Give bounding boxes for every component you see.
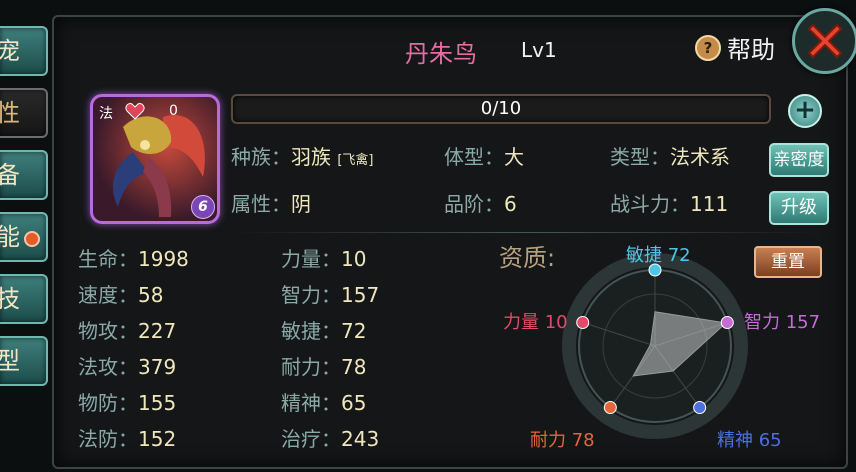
tab-label: 备	[0, 152, 46, 198]
stat-value: 58	[138, 283, 164, 307]
tab-label: 性	[0, 90, 46, 136]
size-label: 体型：	[444, 145, 504, 169]
type-label: 类型：	[610, 145, 670, 169]
power-value: 111	[690, 192, 729, 216]
stat-label: 耐力：	[281, 355, 341, 379]
type-value: 法术系	[670, 145, 730, 169]
size-value: 大	[504, 145, 524, 169]
stat-label: 生命：	[78, 247, 138, 271]
stat-label: 法攻：	[78, 355, 138, 379]
race-value: 羽族	[291, 145, 331, 169]
radar-axis-dot	[693, 400, 707, 414]
add-exp-button[interactable]: +	[788, 94, 822, 128]
stat-row: 力量：10	[281, 243, 366, 272]
stat-row: 治疗：243	[281, 423, 379, 452]
attribute-label: 属性：	[231, 192, 291, 216]
tab-equipment[interactable]: 备	[0, 150, 48, 200]
type-field: 类型：法术系	[610, 141, 730, 170]
tab-technique[interactable]: 技	[0, 274, 48, 324]
radar-label: 智力 157	[744, 312, 821, 333]
intimacy-button[interactable]: 亲密度	[769, 143, 829, 177]
pet-level: Lv1	[521, 38, 557, 62]
stat-value: 1998	[138, 247, 189, 271]
stat-value: 152	[138, 427, 177, 451]
stat-value: 155	[138, 391, 177, 415]
aptitude-title: 资质:	[499, 244, 556, 272]
close-button[interactable]	[792, 8, 856, 74]
question-icon: ?	[695, 34, 721, 61]
exp-text: 0/10	[480, 98, 522, 119]
tab-form[interactable]: 型	[0, 336, 48, 386]
stat-row: 法防：152	[78, 423, 176, 452]
intimacy-count: 0	[169, 103, 178, 119]
tab-label: 型	[0, 338, 46, 384]
stat-value: 72	[341, 319, 367, 343]
stat-label: 精神：	[281, 391, 341, 415]
stat-row: 法攻：379	[78, 351, 176, 380]
stat-label: 物攻：	[78, 319, 138, 343]
radar-axis-dot	[603, 400, 617, 414]
race-subtype: [飞禽]	[337, 153, 374, 168]
stat-label: 物防：	[78, 391, 138, 415]
exp-bar: 0/10	[231, 94, 771, 124]
radar-axis-dot	[576, 316, 590, 330]
stat-value: 157	[341, 283, 380, 307]
power-field: 战斗力：111	[610, 188, 728, 217]
stat-row: 敏捷：72	[281, 315, 366, 344]
notification-dot	[24, 231, 40, 247]
stat-row: 生命：1998	[78, 243, 189, 272]
rank-label: 品阶：	[444, 192, 504, 216]
stat-label: 智力：	[281, 283, 341, 307]
pet-name: 丹朱鸟	[405, 40, 477, 68]
radar-label: 力量 10	[503, 312, 568, 333]
reset-button[interactable]: 重置	[754, 246, 822, 278]
stat-value: 243	[341, 427, 380, 451]
size-field: 体型：大	[444, 141, 524, 170]
radar-label: 敏捷 72	[626, 245, 691, 266]
radar-label: 精神 65	[717, 430, 782, 451]
divider	[232, 232, 824, 233]
race-field: 种族：羽族 [飞禽]	[231, 141, 374, 170]
upgrade-button[interactable]: 升级	[769, 191, 829, 225]
radar-label: 耐力 78	[530, 430, 595, 451]
stat-label: 敏捷：	[281, 319, 341, 343]
tab-skills[interactable]: 能	[0, 212, 48, 262]
aptitude-radar	[562, 253, 748, 439]
type-tag: 法	[99, 106, 113, 122]
attribute-value: 阴	[291, 192, 311, 216]
race-label: 种族：	[231, 145, 291, 169]
stat-label: 速度：	[78, 283, 138, 307]
tab-attributes[interactable]: 性	[0, 88, 48, 138]
help-label: 帮助	[727, 36, 775, 64]
attribute-field: 属性：阴	[231, 188, 311, 217]
grade-badge: 6	[191, 195, 215, 219]
stat-label: 力量：	[281, 247, 341, 271]
rank-field: 品阶：6	[444, 188, 517, 217]
power-label: 战斗力：	[610, 192, 690, 216]
stat-value: 227	[138, 319, 177, 343]
stat-row: 速度：58	[78, 279, 163, 308]
stat-row: 精神：65	[281, 387, 366, 416]
stat-label: 法防：	[78, 427, 138, 451]
stat-row: 物防：155	[78, 387, 176, 416]
stat-value: 78	[341, 355, 367, 379]
plus-icon: +	[794, 95, 816, 125]
stat-value: 379	[138, 355, 177, 379]
stat-row: 物攻：227	[78, 315, 176, 344]
tab-label: 宠	[0, 28, 46, 74]
stat-row: 智力：157	[281, 279, 379, 308]
rank-value: 6	[504, 192, 517, 216]
pet-portrait[interactable]: 法 0 6	[90, 94, 220, 224]
tab-pet[interactable]: 宠	[0, 26, 48, 76]
close-icon	[807, 23, 843, 59]
heart-icon	[125, 103, 145, 120]
radar-axis-dot	[720, 316, 734, 330]
stat-value: 10	[341, 247, 367, 271]
help-button[interactable]: ? 帮助	[695, 30, 775, 65]
stat-label: 治疗：	[281, 427, 341, 451]
stat-row: 耐力：78	[281, 351, 366, 380]
tab-label: 技	[0, 276, 46, 322]
stat-value: 65	[341, 391, 367, 415]
